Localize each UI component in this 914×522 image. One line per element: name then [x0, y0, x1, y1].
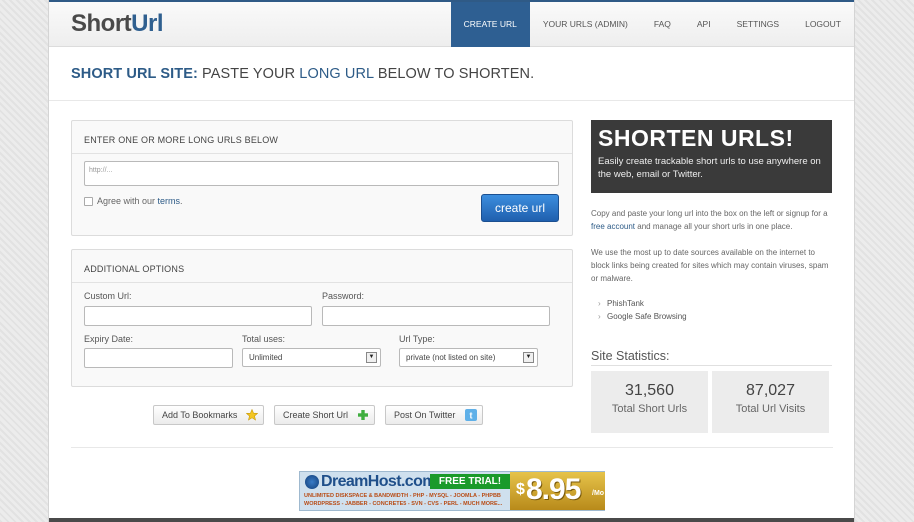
- headline-site-name: SHORT URL SITE:: [71, 66, 198, 82]
- stat-total-url-visits: 87,027 Total Url Visits: [712, 371, 829, 433]
- banner-brand: DreamHost.com: [321, 473, 437, 490]
- nav-settings[interactable]: SETTINGS: [724, 2, 793, 47]
- dropdown-arrow-icon: ▼: [523, 352, 534, 363]
- nav-api[interactable]: API: [684, 2, 724, 47]
- divider: [71, 447, 833, 448]
- create-url-button[interactable]: create url: [481, 194, 559, 222]
- twitter-icon: t: [465, 409, 477, 421]
- dreamhost-logo-icon: [305, 475, 319, 489]
- promo-title: SHORTEN URLS!: [598, 125, 794, 151]
- stat-label: Total Short Urls: [611, 403, 688, 415]
- header: ShortUrl CREATE URL YOUR URLS (ADMIN) FA…: [49, 2, 854, 47]
- source-item-google-safe-browsing: Google Safe Browsing: [598, 312, 687, 321]
- nav-faq[interactable]: FAQ: [641, 2, 684, 47]
- agree-text: Agree with our: [97, 196, 158, 206]
- total-uses-value: Unlimited: [249, 353, 283, 362]
- svg-text:t: t: [470, 411, 473, 421]
- stat-total-short-urls: 31,560 Total Short Urls: [591, 371, 708, 433]
- sidebar-intro-pre: Copy and paste your long url into the bo…: [591, 209, 828, 218]
- options-panel-title: ADDITIONAL OPTIONS: [84, 264, 185, 274]
- nav-logout[interactable]: LOGOUT: [792, 2, 854, 47]
- site-statistics-title: Site Statistics:: [591, 349, 670, 363]
- logo-text-short: Short: [71, 10, 132, 37]
- stat-number: 87,027: [746, 382, 795, 399]
- plus-icon: [358, 410, 368, 420]
- agree-label: Agree with our terms.: [97, 196, 183, 206]
- url-type-label: Url Type:: [399, 334, 435, 344]
- banner-features-line2: WORDPRESS - JABBER - CONCRETE5 - SVN - C…: [304, 501, 503, 507]
- password-input[interactable]: [322, 306, 550, 326]
- terms-link[interactable]: terms: [158, 196, 181, 206]
- stat-number: 31,560: [625, 382, 674, 399]
- expiry-date-input[interactable]: [84, 348, 233, 368]
- dreamhost-banner-ad[interactable]: DreamHost.com FREE TRIAL! UNLIMITED DISK…: [299, 471, 605, 511]
- banner-features-line1: UNLIMITED DISKSPACE & BANDWIDTH - PHP - …: [304, 493, 501, 499]
- create-short-url-label: Create Short Url: [283, 410, 349, 420]
- add-to-bookmarks-button[interactable]: Add To Bookmarks: [153, 405, 264, 425]
- banner-price-period: /Mo: [592, 490, 605, 497]
- sidebar-security-text: We use the most up to date sources avail…: [591, 248, 829, 283]
- panel-divider: [72, 153, 572, 154]
- headline-text-post: BELOW TO SHORTEN.: [373, 66, 535, 82]
- page-container: ShortUrl CREATE URL YOUR URLS (ADMIN) FA…: [48, 0, 855, 522]
- sidebar-intro-text: Copy and paste your long url into the bo…: [591, 207, 831, 233]
- page-headline: SHORT URL SITE: PASTE YOUR LONG URL BELO…: [71, 66, 534, 82]
- url-type-select[interactable]: private (not listed on site) ▼: [399, 348, 538, 367]
- source-item-phishtank: PhishTank: [598, 299, 644, 308]
- promo-description: Easily create trackable short urls to us…: [598, 156, 821, 180]
- site-logo[interactable]: ShortUrl: [71, 10, 164, 38]
- headline-highlight: LONG URL: [299, 66, 374, 82]
- nav-your-urls-admin[interactable]: YOUR URLS (ADMIN): [530, 2, 641, 47]
- total-uses-label: Total uses:: [242, 334, 286, 344]
- post-on-twitter-label: Post On Twitter: [394, 410, 456, 420]
- expiry-date-label: Expiry Date:: [84, 334, 134, 344]
- additional-options-panel: ADDITIONAL OPTIONS Custom Url: Password:…: [71, 249, 573, 387]
- divider: [591, 365, 832, 366]
- free-account-link[interactable]: free account: [591, 222, 635, 231]
- add-to-bookmarks-label: Add To Bookmarks: [162, 410, 238, 420]
- password-label: Password:: [322, 291, 365, 301]
- sidebar-intro-post: and manage all your short urls in one pl…: [635, 222, 793, 231]
- nav-create-url[interactable]: CREATE URL: [450, 2, 530, 47]
- shorten-panel-title: ENTER ONE OR MORE LONG URLS BELOW: [84, 135, 279, 145]
- banner-price: $ 8.95 /Mo: [510, 472, 605, 510]
- panel-divider: [72, 282, 572, 283]
- custom-url-input[interactable]: [84, 306, 312, 326]
- divider: [49, 100, 854, 101]
- long-url-input[interactable]: http://...: [84, 161, 559, 186]
- footer-bar: [49, 518, 854, 522]
- post-on-twitter-button[interactable]: Post On Twitter t: [385, 405, 483, 425]
- create-short-url-button[interactable]: Create Short Url: [274, 405, 375, 425]
- url-type-value: private (not listed on site): [406, 353, 496, 362]
- agree-text-end: .: [180, 196, 183, 206]
- agree-checkbox[interactable]: [84, 197, 93, 206]
- banner-price-dollar: $: [516, 481, 525, 498]
- logo-text-url: Url: [131, 10, 164, 37]
- shorten-panel: ENTER ONE OR MORE LONG URLS BELOW http:/…: [71, 120, 573, 236]
- shorten-urls-promo: SHORTEN URLS! Easily create trackable sh…: [591, 120, 832, 193]
- banner-free-trial: FREE TRIAL!: [430, 474, 510, 489]
- custom-url-label: Custom Url:: [84, 291, 132, 301]
- headline-text-pre: PASTE YOUR: [197, 66, 300, 82]
- total-uses-select[interactable]: Unlimited ▼: [242, 348, 381, 367]
- dropdown-arrow-icon: ▼: [366, 352, 377, 363]
- stat-label: Total Url Visits: [735, 403, 806, 415]
- main-nav: CREATE URL YOUR URLS (ADMIN) FAQ API SET…: [450, 2, 854, 47]
- star-icon: [246, 409, 258, 421]
- banner-price-amount: 8.95: [526, 473, 581, 506]
